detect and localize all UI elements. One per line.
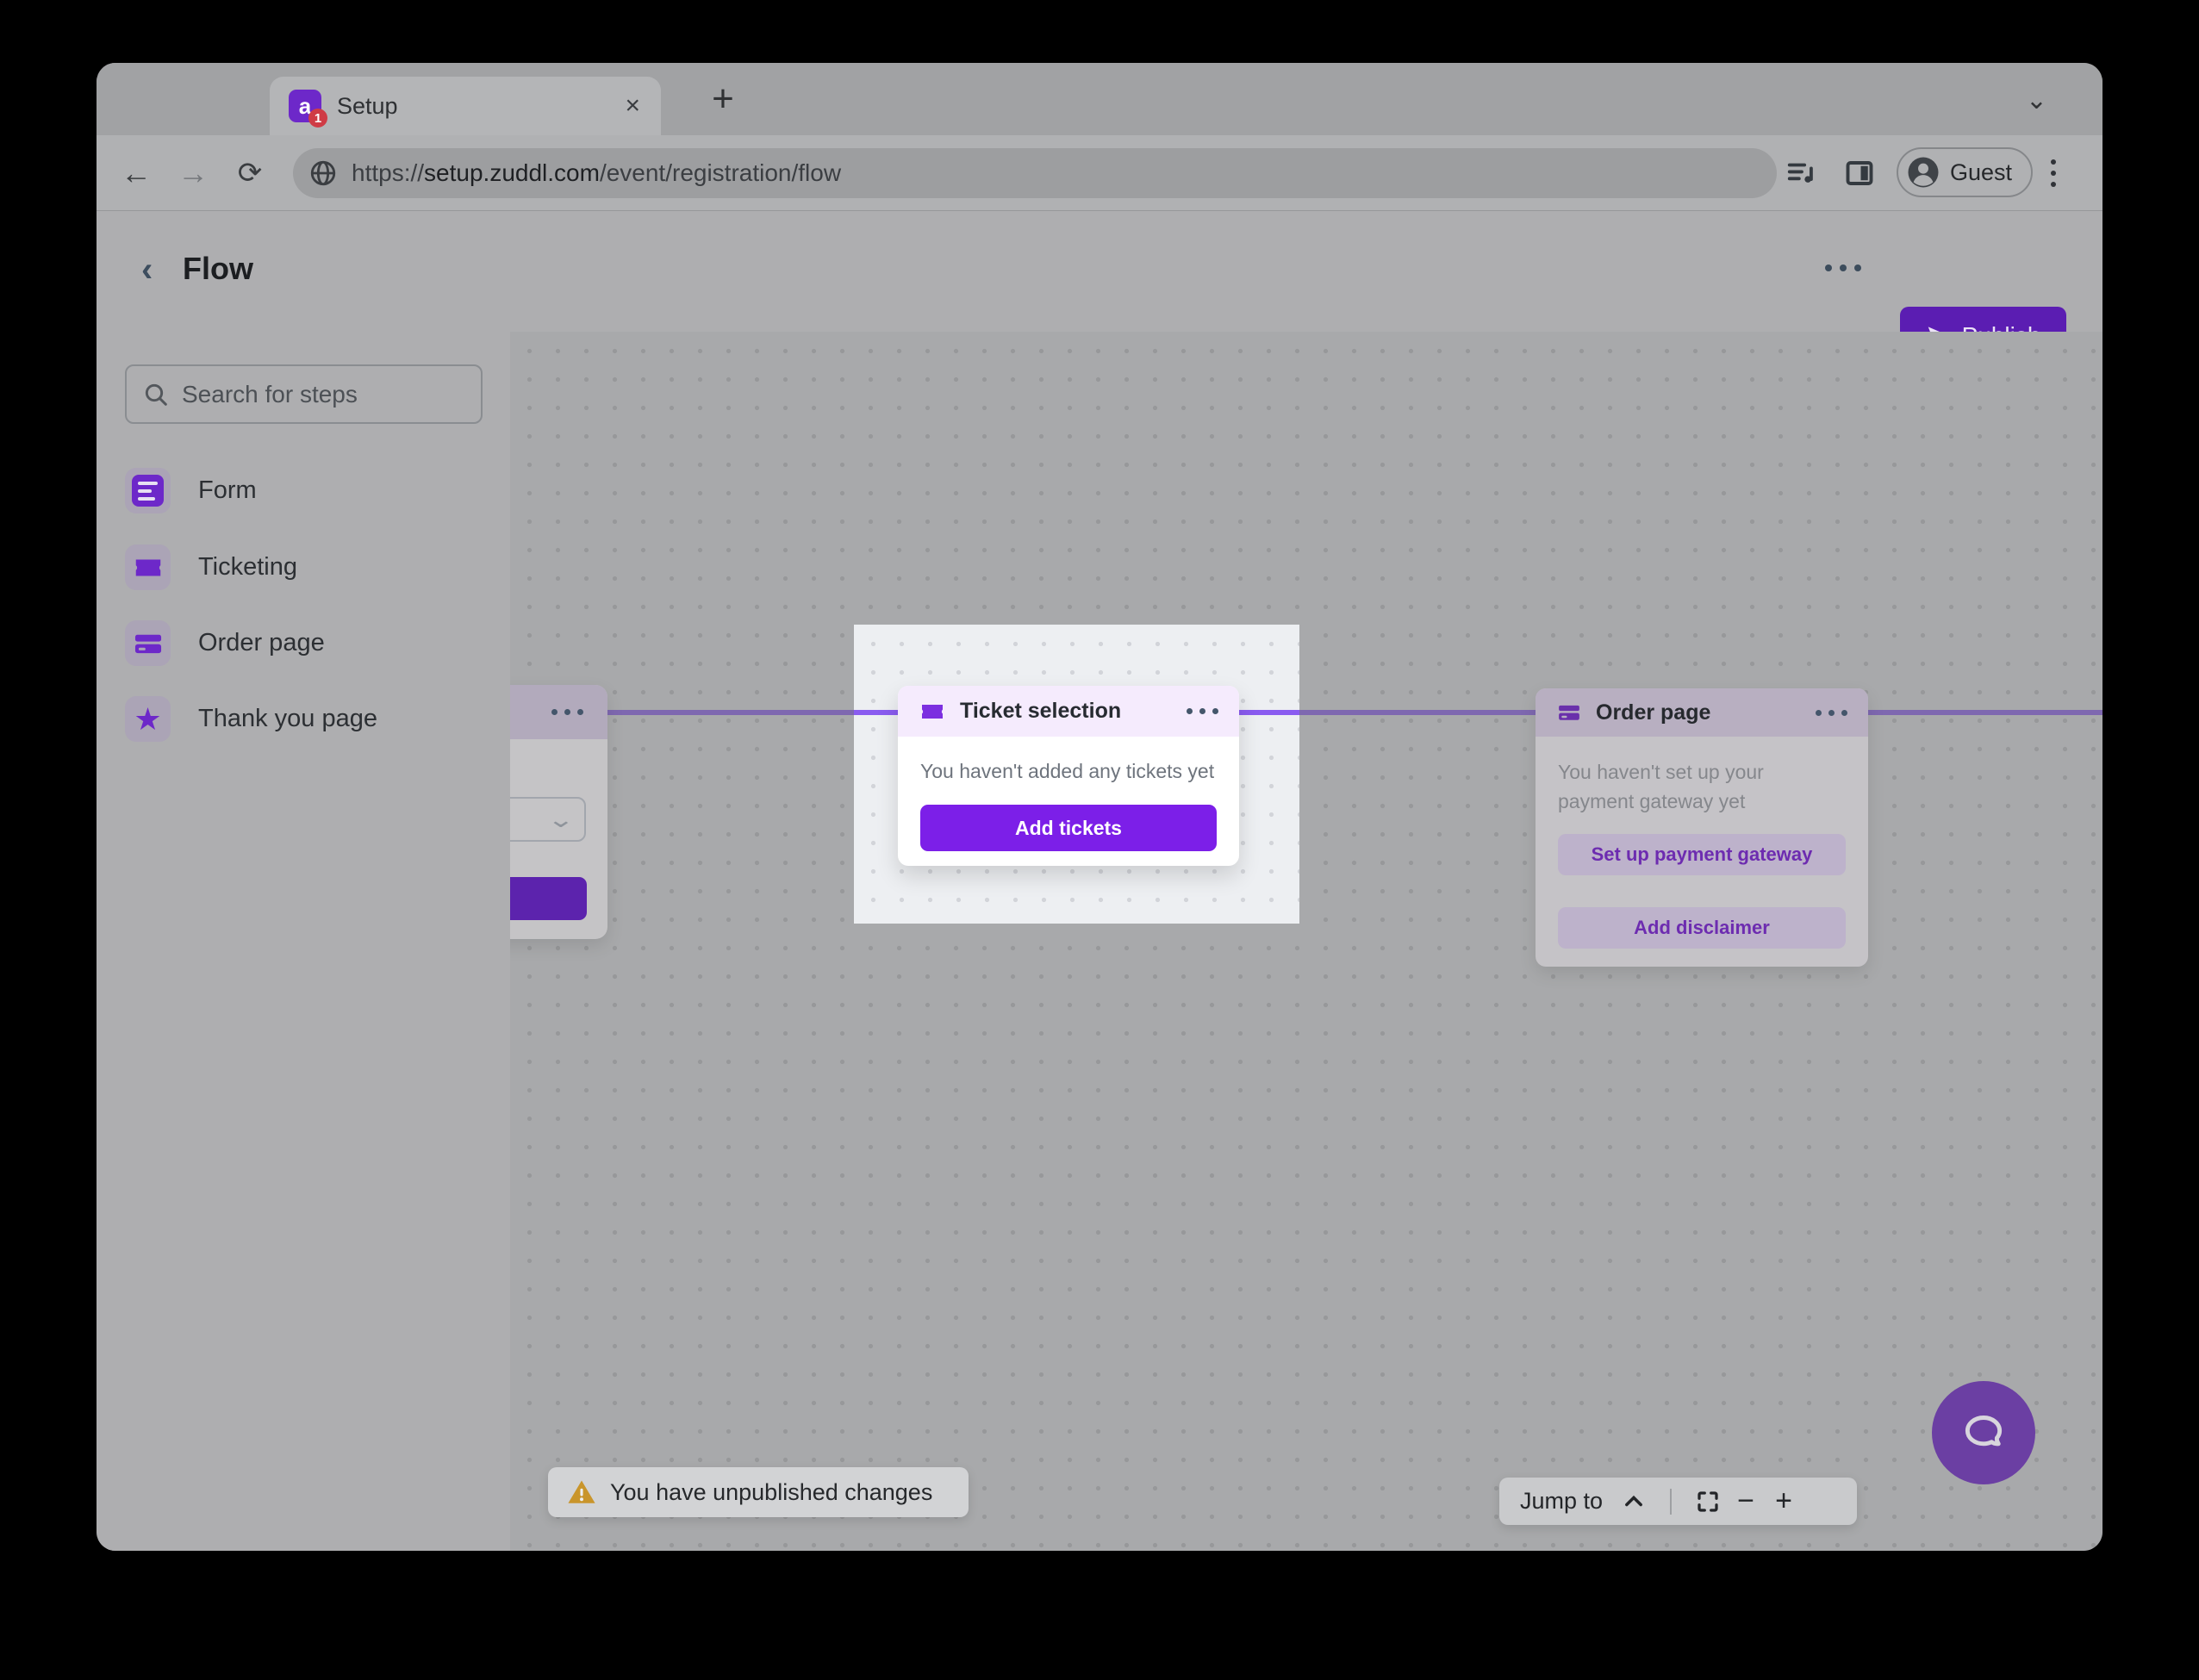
order-node-more-button[interactable] bbox=[1816, 710, 1847, 716]
page-title: Flow bbox=[183, 251, 253, 287]
tab-search-chevron-icon[interactable]: ⌄ bbox=[2026, 85, 2047, 115]
ticket-icon bbox=[919, 698, 946, 725]
sidebar-item-thank-you-page[interactable]: ★ Thank you page bbox=[125, 696, 377, 742]
form-icon bbox=[125, 468, 171, 513]
ticket-node-more-button[interactable] bbox=[1187, 708, 1218, 714]
sidebar-item-order-page[interactable]: Order page bbox=[125, 620, 325, 666]
form-node-primary-button[interactable] bbox=[510, 877, 587, 920]
chat-support-button[interactable] bbox=[1932, 1381, 2035, 1484]
zuddl-favicon-icon: a 1 bbox=[289, 90, 321, 122]
new-tab-button[interactable]: + bbox=[695, 71, 751, 128]
url-text: https://setup.zuddl.com/event/registrati… bbox=[352, 159, 841, 187]
ticket-node-title: Ticket selection bbox=[960, 699, 1121, 724]
chevron-down-icon: ⌄ bbox=[547, 806, 576, 833]
tab-close-icon[interactable]: × bbox=[625, 93, 640, 119]
search-steps-box[interactable] bbox=[125, 364, 483, 424]
toast-text: You have unpublished changes bbox=[610, 1479, 932, 1506]
setup-payment-gateway-button[interactable]: Set up payment gateway bbox=[1558, 834, 1846, 875]
browser-tab-setup[interactable]: a 1 Setup × bbox=[270, 77, 661, 135]
canvas-controls: Jump to − + bbox=[1499, 1478, 1857, 1525]
zoom-out-button[interactable]: − bbox=[1727, 1483, 1765, 1521]
media-controls-button[interactable] bbox=[1785, 135, 1818, 211]
avatar-icon bbox=[1905, 154, 1941, 190]
back-button[interactable]: ← bbox=[112, 135, 160, 211]
globe-icon bbox=[308, 159, 338, 188]
search-input[interactable] bbox=[182, 381, 466, 408]
form-node-dropdown[interactable]: ⌄ bbox=[510, 797, 586, 842]
controls-divider bbox=[1670, 1489, 1672, 1515]
form-node-header bbox=[510, 685, 607, 739]
jump-to-chevron-up-icon[interactable] bbox=[1615, 1483, 1653, 1521]
ticket-node-header: Ticket selection bbox=[898, 686, 1239, 737]
add-tickets-button[interactable]: Add tickets bbox=[920, 805, 1217, 851]
zoom-in-button[interactable]: + bbox=[1765, 1483, 1803, 1521]
reload-button[interactable]: ⟳ bbox=[226, 135, 274, 211]
chat-bubble-icon bbox=[1959, 1409, 2008, 1457]
main-content: Form Ticketing Order p bbox=[97, 332, 2102, 1551]
sidebar-item-form[interactable]: Form bbox=[125, 468, 257, 513]
browser-window: a 1 Setup × + ⌄ ← → ⟳ https://setup.zudd… bbox=[97, 63, 2102, 1551]
form-node-more-button[interactable] bbox=[551, 709, 583, 715]
notification-badge: 1 bbox=[308, 109, 327, 128]
order-page-node[interactable]: Order page You haven't set up your payme… bbox=[1536, 688, 1868, 967]
order-node-title: Order page bbox=[1596, 700, 1710, 725]
credit-card-icon bbox=[125, 620, 171, 666]
app-header: ‹ Flow Publish bbox=[97, 211, 2102, 332]
tab-title: Setup bbox=[337, 93, 398, 120]
header-more-button[interactable] bbox=[1825, 264, 1861, 271]
profile-button[interactable]: Guest bbox=[1897, 147, 2033, 197]
ticket-selection-node[interactable]: Ticket selection You haven't added any t… bbox=[898, 686, 1239, 866]
profile-label: Guest bbox=[1950, 159, 2012, 186]
form-node[interactable]: ⌄ bbox=[510, 685, 607, 939]
unpublished-changes-toast: You have unpublished changes bbox=[548, 1467, 969, 1517]
sidebar-item-ticketing[interactable]: Ticketing bbox=[125, 544, 297, 590]
credit-card-icon bbox=[1556, 700, 1582, 725]
forward-button[interactable]: → bbox=[169, 135, 217, 211]
ticket-node-empty-text: You haven't added any tickets yet bbox=[920, 760, 1214, 783]
order-node-header: Order page bbox=[1536, 688, 1868, 737]
fit-view-button[interactable] bbox=[1689, 1483, 1727, 1521]
side-panel-button[interactable] bbox=[1844, 135, 1875, 211]
address-bar[interactable]: https://setup.zuddl.com/event/registrati… bbox=[293, 148, 1777, 198]
star-icon: ★ bbox=[125, 696, 171, 742]
steps-sidebar: Form Ticketing Order p bbox=[97, 332, 510, 1551]
warning-icon bbox=[567, 1478, 596, 1507]
add-disclaimer-button[interactable]: Add disclaimer bbox=[1558, 907, 1846, 949]
browser-menu-button[interactable] bbox=[2051, 135, 2056, 211]
ticket-icon bbox=[125, 544, 171, 590]
jump-to-button[interactable]: Jump to bbox=[1520, 1488, 1603, 1515]
browser-toolbar: ← → ⟳ https://setup.zuddl.com/event/regi… bbox=[97, 135, 2102, 211]
back-chevron-icon[interactable]: ‹ bbox=[141, 251, 153, 289]
flow-canvas[interactable]: ⌄ Ticket selection You haven't added any… bbox=[510, 332, 2102, 1551]
tab-strip: a 1 Setup × + ⌄ bbox=[97, 63, 2102, 135]
search-icon bbox=[142, 381, 170, 408]
order-node-empty-text: You haven't set up your payment gateway … bbox=[1558, 757, 1842, 816]
